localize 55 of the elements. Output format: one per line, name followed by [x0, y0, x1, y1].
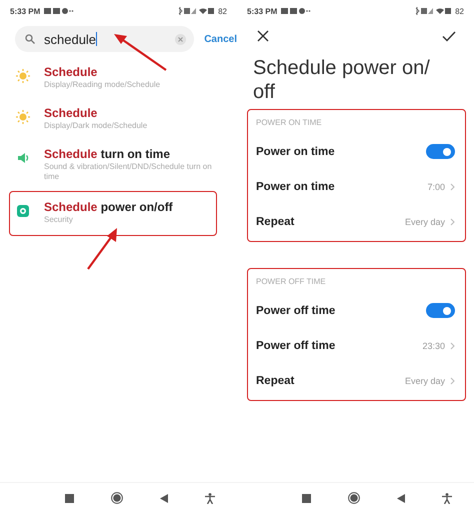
result-title: Schedule turn on time [44, 146, 172, 162]
setting-label: Power on time [256, 180, 336, 192]
back-button[interactable] [160, 494, 168, 502]
shield-icon [16, 204, 30, 218]
search-field[interactable]: schedule [15, 26, 194, 52]
chevron-icon [450, 218, 455, 226]
search-result[interactable]: Schedule Display/Reading mode/Schedule [9, 58, 223, 99]
sun-icon [16, 69, 30, 83]
result-path: Display/Reading mode/Schedule [44, 80, 160, 90]
chevron-icon [450, 342, 455, 350]
home-button[interactable] [111, 492, 123, 504]
result-path: Security [44, 215, 74, 225]
close-icon[interactable] [257, 30, 269, 42]
search-result[interactable]: Schedule power on/off Security [9, 191, 217, 236]
accessibility-icon[interactable] [442, 492, 452, 504]
setting-label: Repeat [256, 216, 296, 228]
sun-icon [16, 110, 30, 124]
result-path: Display/Dark mode/Schedule [44, 121, 148, 131]
search-icon [25, 34, 35, 44]
recents-button[interactable] [65, 494, 74, 502]
section-header: POWER ON TIME [256, 118, 323, 129]
chevron-icon [450, 182, 455, 190]
search-result[interactable]: Schedule Display/Dark mode/Schedule [9, 99, 223, 140]
speaker-icon [16, 151, 30, 165]
annotation-arrow [84, 226, 120, 270]
status-time: 5:33 PM [10, 6, 40, 16]
battery-level: 82 [455, 6, 464, 16]
annotation-arrow [112, 32, 168, 72]
check-icon[interactable] [442, 30, 456, 42]
recents-button[interactable] [302, 494, 311, 502]
notification-icons [44, 7, 74, 15]
toggle-switch[interactable] [426, 144, 455, 159]
accessibility-icon[interactable] [205, 492, 215, 504]
search-result[interactable]: Schedule turn on time Sound & vibration/Silent/DND/Schedule turn on time [9, 140, 223, 189]
setting-label: Power off time [256, 304, 336, 316]
toggle-switch[interactable] [426, 303, 455, 318]
page-title: Schedule power on/ off [253, 56, 431, 104]
section-header: POWER OFF TIME [256, 277, 327, 288]
result-path: Sound & vibration/Silent/DND/Schedule turn on time [44, 162, 212, 182]
setting-label: Power on time [256, 146, 336, 158]
clear-icon[interactable] [175, 34, 186, 44]
setting-label: Power off time [256, 340, 336, 352]
back-button[interactable] [397, 494, 405, 502]
chevron-icon [450, 376, 455, 384]
home-button[interactable] [348, 492, 360, 504]
signal-icons [178, 7, 214, 15]
battery-level: 82 [218, 6, 227, 16]
result-title: Schedule [44, 64, 98, 80]
notification-icons [281, 7, 312, 15]
setting-label: Repeat [256, 374, 296, 386]
status-time: 5:33 PM [247, 6, 278, 16]
cancel-button[interactable]: Cancel [204, 34, 237, 44]
result-title: Schedule [44, 105, 98, 121]
signal-icons [415, 7, 452, 15]
result-title: Schedule power on/off [44, 199, 173, 215]
